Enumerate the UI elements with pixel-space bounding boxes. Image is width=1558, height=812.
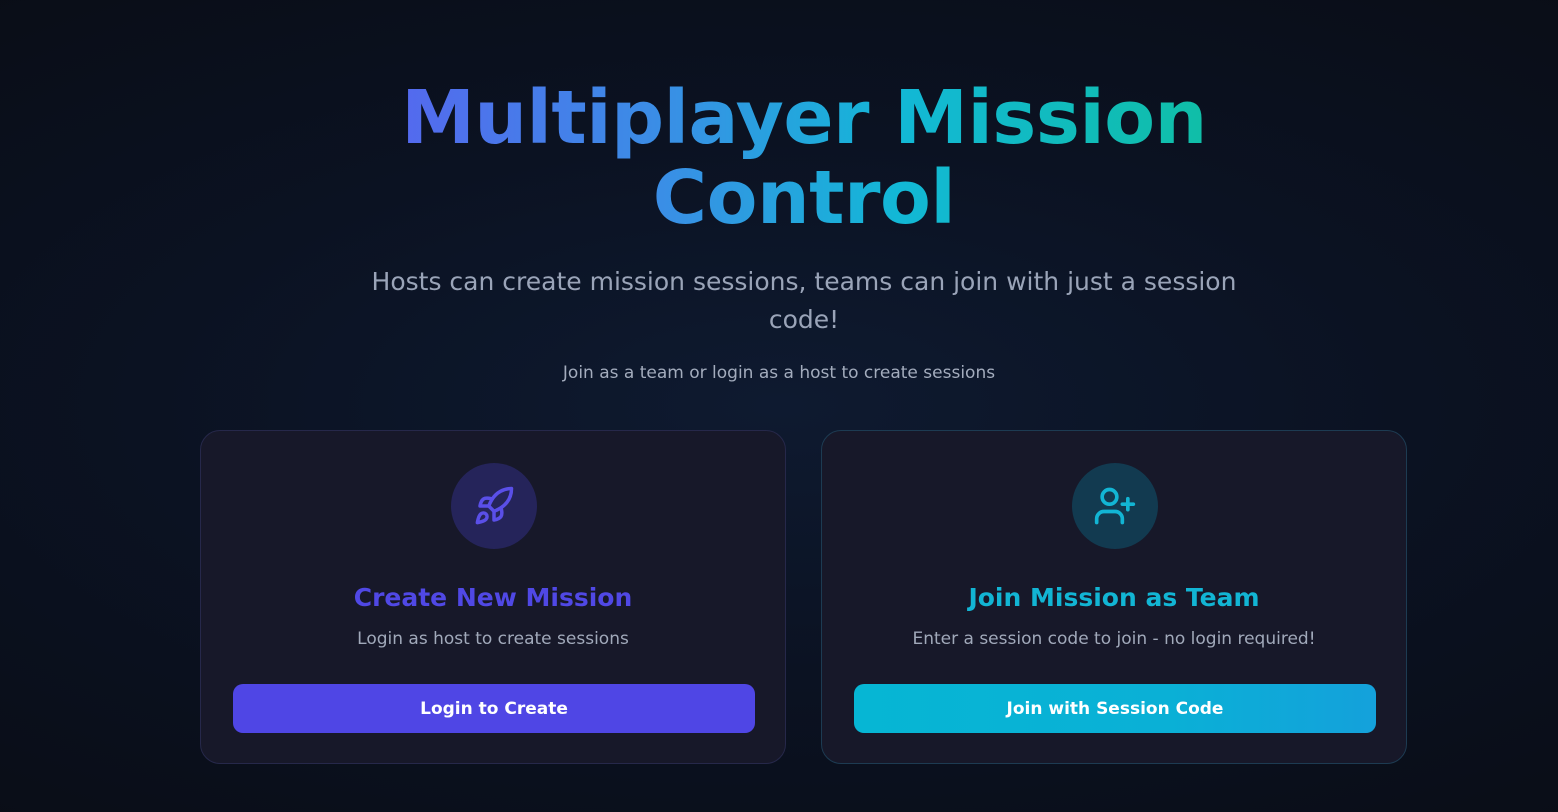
join-mission-card: Join Mission as Team Enter a session cod… (821, 430, 1407, 764)
create-mission-icon-badge (451, 463, 537, 549)
create-mission-title: Create New Mission (353, 583, 633, 612)
page-hint: Join as a team or login as a host to cre… (562, 363, 996, 383)
create-mission-description: Login as host to create sessions (357, 629, 629, 649)
join-mission-title: Join Mission as Team (968, 583, 1260, 612)
create-mission-card: Create New Mission Login as host to crea… (200, 430, 786, 764)
join-mission-icon-badge (1072, 463, 1158, 549)
login-to-create-button[interactable]: Login to Create (233, 684, 755, 733)
user-plus-icon (1094, 487, 1136, 525)
rocket-icon (475, 486, 514, 525)
page-title: Multiplayer Mission Control (329, 78, 1279, 238)
join-with-session-code-button[interactable]: Join with Session Code (854, 684, 1376, 733)
page-subtitle: Hosts can create mission sessions, teams… (371, 267, 1237, 334)
join-mission-description: Enter a session code to join - no login … (912, 629, 1316, 649)
